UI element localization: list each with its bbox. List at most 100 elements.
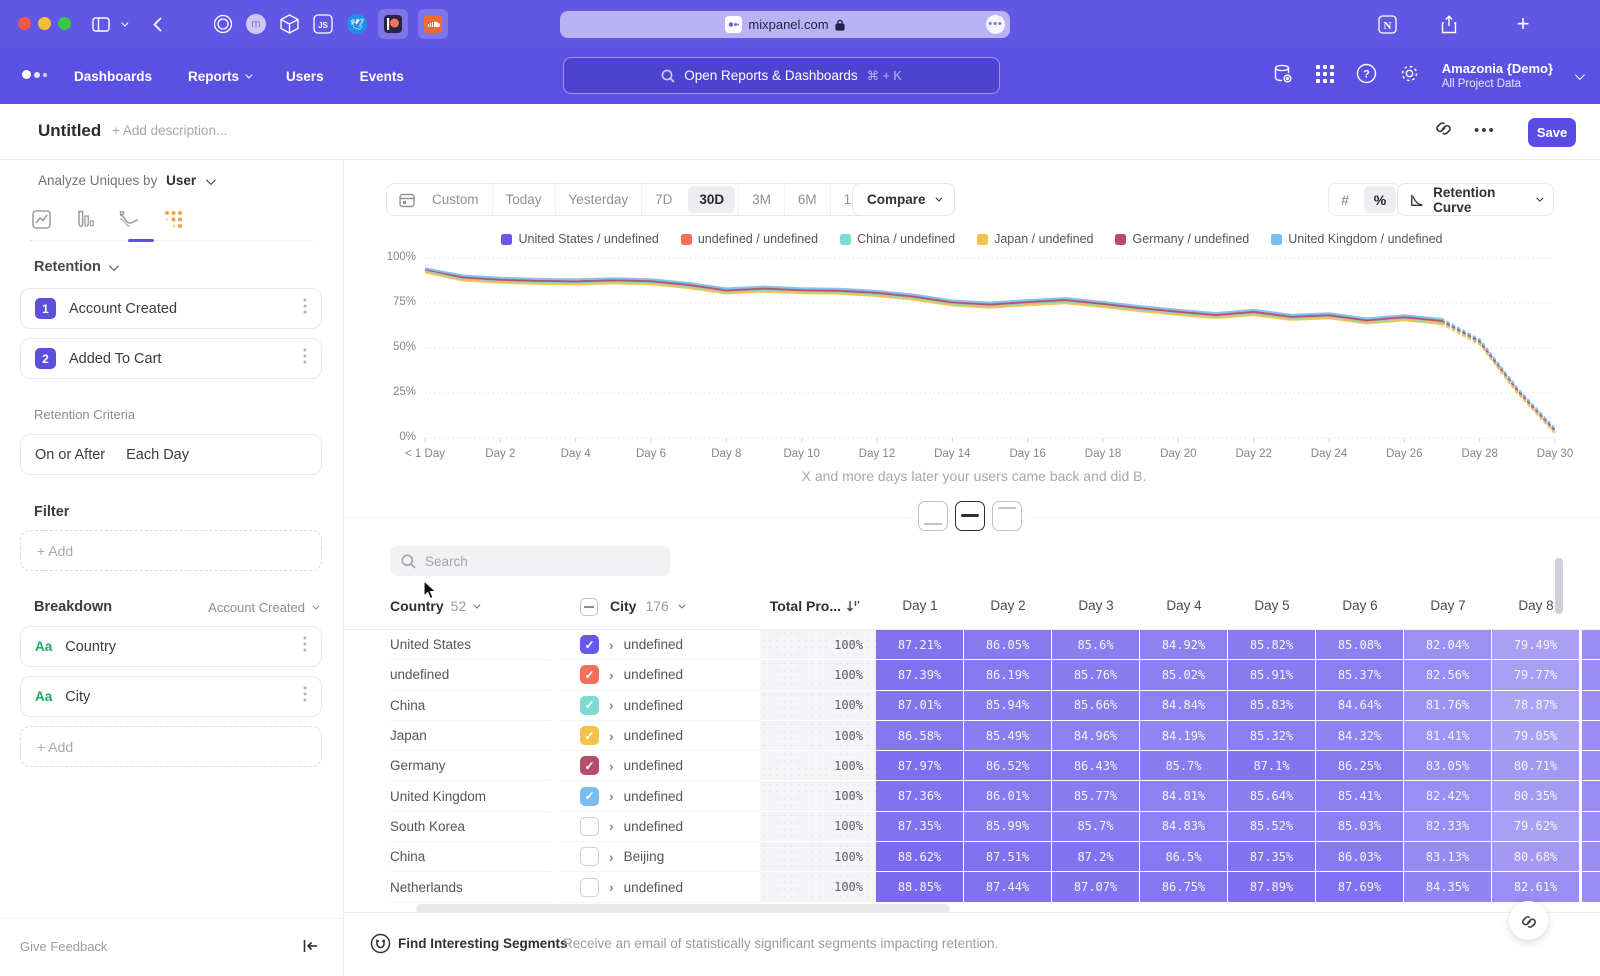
retention-value-cell[interactable]: 83.05% (1404, 751, 1492, 781)
retention-value-cell[interactable]: 82.04% (1404, 630, 1492, 660)
minimize-window-button[interactable] (38, 17, 51, 30)
column-header-day[interactable]: Day 2 (964, 598, 1052, 613)
retention-value-cell[interactable]: 79.62% (1492, 812, 1580, 842)
column-header-day[interactable]: Day 4 (1140, 598, 1228, 613)
retention-value-cell[interactable]: 80.71% (1492, 751, 1580, 781)
retention-value-cell[interactable]: 87.2% (1052, 842, 1140, 872)
retention-value-cell[interactable]: 84.96% (1052, 721, 1140, 751)
extension-js-icon[interactable]: JS (310, 12, 336, 36)
retention-value-cell[interactable]: 85.83% (1228, 691, 1316, 721)
retention-value-cell[interactable]: 85.49% (964, 721, 1052, 751)
retention-value-cell[interactable]: 84.84% (1140, 691, 1228, 721)
tab-funnels[interactable] (74, 208, 96, 230)
analyze-value[interactable]: User (166, 173, 196, 188)
share-link-fab[interactable] (1509, 901, 1548, 940)
column-header-day[interactable]: Day 6 (1316, 598, 1404, 613)
row-checkbox-checked[interactable]: ✓ (580, 756, 599, 775)
view-selector-button[interactable]: Retention Curve (1397, 183, 1554, 216)
expand-chevron-icon[interactable]: › (609, 758, 614, 774)
retention-value-cell[interactable]: 79.77% (1492, 660, 1580, 690)
give-feedback-link[interactable]: Give Feedback (20, 939, 107, 954)
column-header-day[interactable]: Day 5 (1228, 598, 1316, 613)
retention-value-cell[interactable]: 85.02% (1140, 660, 1228, 690)
column-header-day[interactable]: Day 3 (1052, 598, 1140, 613)
retention-value-cell[interactable]: 85.76% (1052, 660, 1140, 690)
extension-patreon-icon[interactable] (378, 9, 408, 39)
expand-chevron-icon[interactable]: › (609, 788, 614, 804)
zoom-window-button[interactable] (58, 17, 71, 30)
back-icon[interactable] (144, 12, 170, 36)
extension-1password-icon[interactable] (210, 12, 236, 36)
retention-value-cell[interactable]: 85.03% (1316, 812, 1404, 842)
retention-value-cell[interactable]: 87.01% (876, 691, 964, 721)
retention-value-cell[interactable]: 86.52% (964, 751, 1052, 781)
row-checkbox-checked[interactable]: ✓ (580, 635, 599, 654)
breakdown-add-button[interactable]: + Add (20, 726, 322, 767)
help-icon[interactable]: ? (1356, 63, 1377, 89)
project-switcher[interactable]: Amazonia {Demo} All Project Data (1442, 61, 1553, 92)
retention-criteria-card[interactable]: On or After Each Day (20, 434, 322, 475)
retention-value-cell[interactable]: 78.87% (1492, 691, 1580, 721)
legend-item[interactable]: United Kingdom / undefined (1271, 232, 1442, 246)
date-range-30d[interactable]: 30D (688, 186, 735, 213)
retention-value-cell[interactable]: 87.36% (876, 781, 964, 811)
retention-value-cell[interactable]: 87.97% (876, 751, 964, 781)
extension-bird-icon[interactable]: 🕊 (344, 12, 370, 36)
retention-value-cell[interactable]: 86.25% (1316, 751, 1404, 781)
date-range-today[interactable]: Today (492, 183, 555, 216)
retention-value-cell[interactable]: 85.08% (1316, 630, 1404, 660)
retention-value-cell[interactable]: 87.07% (1052, 872, 1140, 902)
expand-chevron-icon[interactable]: › (609, 728, 614, 744)
kebab-menu-icon[interactable] (303, 636, 307, 657)
expand-chevron-icon[interactable]: › (609, 667, 614, 683)
report-title[interactable]: Untitled (38, 121, 101, 141)
date-range-3m[interactable]: 3M (738, 183, 784, 216)
retention-value-cell[interactable]: 85.6% (1052, 630, 1140, 660)
retention-value-cell[interactable]: 85.32% (1228, 721, 1316, 751)
retention-value-cell[interactable]: 87.44% (964, 872, 1052, 902)
table-search-input[interactable]: Search (390, 546, 670, 576)
view-toggle-split-icon[interactable] (955, 501, 985, 531)
breakdown-city[interactable]: Aa City (20, 676, 322, 717)
extension-cube-icon[interactable] (276, 12, 302, 36)
retention-value-cell[interactable]: 85.64% (1228, 781, 1316, 811)
retention-value-cell[interactable]: 87.69% (1316, 872, 1404, 902)
segments-title[interactable]: Find Interesting Segments (398, 936, 568, 951)
retention-value-cell[interactable]: 82.61% (1492, 872, 1580, 902)
date-range-yesterday[interactable]: Yesterday (555, 183, 642, 216)
retention-value-cell[interactable]: 82.42% (1404, 781, 1492, 811)
retention-value-cell[interactable]: 84.92% (1140, 630, 1228, 660)
retention-value-cell[interactable]: 87.89% (1228, 872, 1316, 902)
breakdown-country[interactable]: Aa Country (20, 626, 322, 667)
retention-value-cell[interactable]: 87.35% (876, 812, 964, 842)
collapse-sidebar-icon[interactable] (303, 939, 318, 953)
row-checkbox-checked[interactable]: ✓ (580, 726, 599, 745)
nav-item-users[interactable]: Users (286, 69, 324, 84)
view-toggle-bottom-icon[interactable] (918, 501, 948, 531)
retention-value-cell[interactable]: 86.05% (964, 630, 1052, 660)
retention-value-cell[interactable]: 86.43% (1052, 751, 1140, 781)
retention-value-cell[interactable]: 85.91% (1228, 660, 1316, 690)
analyze-uniques-row[interactable]: Analyze Uniques by User (38, 173, 213, 188)
extension-soundcloud-icon[interactable] (418, 9, 448, 39)
retention-value-cell[interactable]: 86.58% (876, 721, 964, 751)
legend-item[interactable]: China / undefined (840, 232, 955, 246)
expand-chevron-icon[interactable]: › (609, 849, 614, 865)
row-checkbox-checked[interactable]: ✓ (580, 787, 599, 806)
retention-value-cell[interactable]: 84.64% (1316, 691, 1404, 721)
browser-url-bar[interactable]: mixpanel.com ••• (560, 11, 1010, 38)
retention-value-cell[interactable]: 85.7% (1140, 751, 1228, 781)
expand-chevron-icon[interactable]: › (609, 818, 614, 834)
nav-item-events[interactable]: Events (360, 69, 404, 84)
tab-insights[interactable] (30, 208, 52, 230)
retention-step-1[interactable]: 1 Account Created (20, 288, 322, 329)
retention-value-cell[interactable]: 87.1% (1228, 751, 1316, 781)
retention-value-cell[interactable]: 84.19% (1140, 721, 1228, 751)
chevron-down-icon[interactable] (116, 12, 130, 36)
tab-flows[interactable] (118, 208, 140, 230)
legend-item[interactable]: undefined / undefined (681, 232, 818, 246)
retention-value-cell[interactable]: 87.21% (876, 630, 964, 660)
retention-section-title[interactable]: Retention (34, 259, 116, 275)
kebab-menu-icon[interactable] (303, 298, 307, 319)
retention-value-cell[interactable]: 86.5% (1140, 842, 1228, 872)
